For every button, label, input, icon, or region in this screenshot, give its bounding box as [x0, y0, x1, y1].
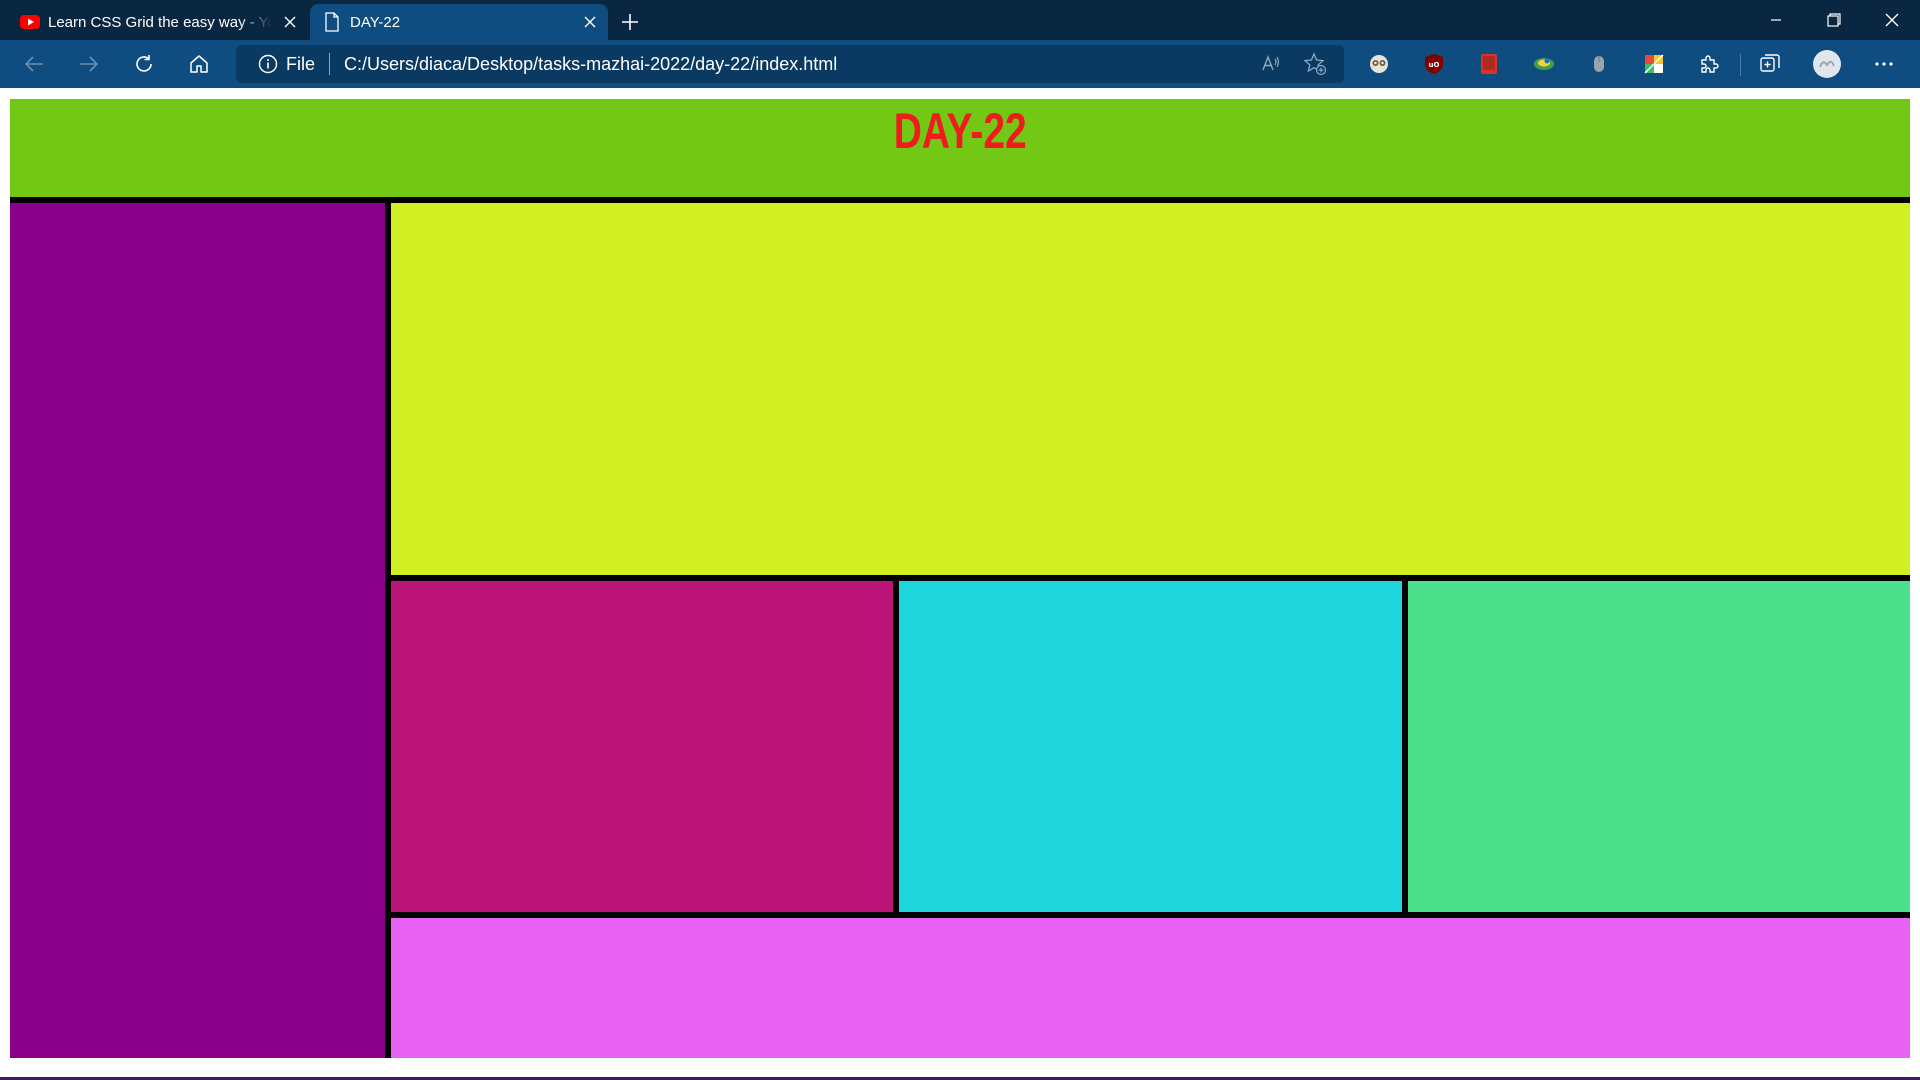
home-icon — [190, 55, 208, 73]
grid-header: DAY-22 — [10, 99, 1910, 197]
grid-box-3 — [1407, 581, 1910, 912]
plus-icon — [622, 14, 638, 30]
ublock-icon[interactable]: uO — [1416, 46, 1452, 82]
youtube-icon — [12, 15, 48, 29]
globe-extension-icon[interactable] — [1526, 46, 1562, 82]
grid-box-1 — [391, 581, 894, 912]
mouse-extension-icon[interactable] — [1581, 46, 1617, 82]
home-button[interactable] — [181, 46, 217, 82]
collections-icon[interactable] — [1752, 46, 1788, 82]
browser-toolbar: File C:/Users/diaca/Desktop/tasks-mazhai… — [0, 40, 1920, 88]
profile-avatar-icon[interactable] — [1809, 46, 1845, 82]
scheme-label: File — [286, 53, 316, 74]
read-aloud-icon[interactable] — [1254, 47, 1288, 81]
forward-button[interactable] — [71, 46, 107, 82]
close-icon — [584, 16, 596, 28]
tab-title: Learn CSS Grid the easy way - Yo — [48, 13, 272, 31]
info-icon[interactable] — [250, 54, 286, 74]
tab-close-button[interactable] — [272, 16, 308, 28]
minimize-icon — [1771, 19, 1781, 21]
close-icon — [284, 16, 296, 28]
svg-text:uO: uO — [1429, 61, 1440, 69]
tab-title: DAY-22 — [350, 13, 401, 31]
close-window-button[interactable] — [1864, 0, 1920, 40]
extensions-puzzle-icon[interactable] — [1691, 46, 1727, 82]
bookmark-extension-icon[interactable] — [1471, 46, 1507, 82]
grid-sidebar — [10, 203, 385, 1058]
address-bar[interactable]: File C:/Users/diaca/Desktop/tasks-mazhai… — [236, 45, 1344, 83]
close-icon — [1885, 13, 1899, 27]
new-tab-button[interactable] — [612, 4, 648, 40]
grid-footer — [391, 918, 1910, 1058]
page-title: DAY-22 — [893, 103, 1027, 159]
minimize-button[interactable] — [1748, 0, 1804, 40]
page-viewport: DAY-22 — [0, 88, 1920, 1080]
restore-button[interactable] — [1806, 0, 1862, 40]
more-menu-icon[interactable] — [1866, 46, 1902, 82]
forward-arrow-icon — [80, 56, 99, 72]
back-button[interactable] — [16, 46, 52, 82]
reload-button[interactable] — [126, 46, 162, 82]
tab-day22[interactable]: DAY-22 — [310, 4, 608, 40]
tab-youtube[interactable]: Learn CSS Grid the easy way - Yo — [8, 4, 308, 40]
add-favorite-icon[interactable] — [1298, 47, 1332, 81]
url-text[interactable]: C:/Users/diaca/Desktop/tasks-mazhai-2022… — [344, 54, 837, 75]
address-separator — [329, 53, 331, 75]
back-arrow-icon — [24, 56, 43, 72]
tab-close-button[interactable] — [572, 16, 608, 28]
grid-main — [391, 203, 1910, 575]
restore-icon — [1827, 13, 1841, 27]
reload-icon — [136, 55, 152, 72]
grid-box-2 — [899, 581, 1402, 912]
extension-icon[interactable] — [1361, 46, 1397, 82]
css-grid-container: DAY-22 — [10, 99, 1910, 1058]
toolbar-divider — [1740, 54, 1741, 76]
color-extension-icon[interactable] — [1636, 46, 1672, 82]
browser-titlebar: Learn CSS Grid the easy way - Yo DAY-22 — [0, 0, 1920, 40]
file-icon — [314, 12, 350, 32]
